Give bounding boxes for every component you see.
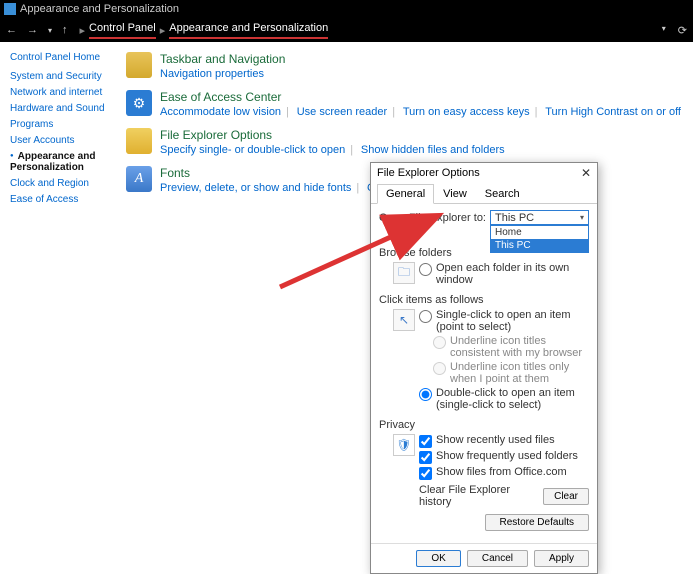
link[interactable]: Accommodate low vision bbox=[160, 106, 281, 118]
explorer-icon bbox=[126, 128, 152, 154]
open-to-combo[interactable]: This PC ▾ Home This PC bbox=[490, 210, 589, 225]
link[interactable]: Specify single- or double-click to open bbox=[160, 144, 345, 156]
crumb-current[interactable]: Appearance and Personalization bbox=[169, 22, 328, 39]
sidebar-item-network[interactable]: Network and internet bbox=[10, 87, 120, 98]
click-icon: ↖ bbox=[393, 309, 415, 331]
sidebar-item-hardware[interactable]: Hardware and Sound bbox=[10, 103, 120, 114]
dialog-titlebar[interactable]: File Explorer Options ✕ bbox=[371, 163, 597, 183]
nav-arrows: ← → ▾ ↑ bbox=[6, 24, 68, 36]
address-dropdown[interactable]: ▾ bbox=[662, 24, 666, 37]
sidebar-home[interactable]: Control Panel Home bbox=[10, 52, 120, 63]
close-icon[interactable]: ✕ bbox=[581, 166, 591, 180]
chk-recent-files[interactable] bbox=[419, 435, 432, 448]
radio-underline-browser bbox=[433, 336, 446, 349]
clear-history-label: Clear File Explorer history bbox=[419, 484, 543, 508]
recent-button[interactable]: ▾ bbox=[48, 26, 52, 35]
radio-double-click[interactable] bbox=[419, 388, 432, 401]
chk-frequent-folders[interactable] bbox=[419, 451, 432, 464]
navbar: ← → ▾ ↑ ▸ Control Panel ▸ Appearance and… bbox=[0, 18, 693, 42]
sidebar-item-system[interactable]: System and Security bbox=[10, 71, 120, 82]
ok-button[interactable]: OK bbox=[416, 550, 460, 567]
chk-office-files[interactable] bbox=[419, 467, 432, 480]
combo-dropdown: Home This PC bbox=[490, 225, 589, 253]
refresh-button[interactable]: ⟳ bbox=[678, 24, 687, 37]
taskbar-icon bbox=[126, 52, 152, 78]
clear-button[interactable]: Clear bbox=[543, 488, 589, 505]
up-button[interactable]: ↑ bbox=[62, 24, 68, 36]
open-to-label: Open File Explorer to: bbox=[379, 212, 486, 224]
cat-title[interactable]: File Explorer Options bbox=[160, 128, 505, 142]
cat-explorer: File Explorer Options Specify single- or… bbox=[126, 128, 683, 156]
window-title: Appearance and Personalization bbox=[20, 3, 179, 15]
window-titlebar: Appearance and Personalization bbox=[0, 0, 693, 18]
combo-option-thispc[interactable]: This PC bbox=[491, 239, 588, 252]
link[interactable]: Turn High Contrast on or off bbox=[545, 106, 681, 118]
tab-view[interactable]: View bbox=[434, 184, 476, 204]
tab-search[interactable]: Search bbox=[476, 184, 529, 204]
click-label: Click items as follows bbox=[379, 294, 589, 306]
link[interactable]: Use screen reader bbox=[297, 106, 388, 118]
radio-underline-point bbox=[433, 362, 446, 375]
cat-ease: ⚙ Ease of Access Center Accommodate low … bbox=[126, 90, 683, 118]
fonts-icon: A bbox=[126, 166, 152, 192]
ease-icon: ⚙ bbox=[126, 90, 152, 116]
sidebar-item-clock[interactable]: Clock and Region bbox=[10, 178, 120, 189]
cat-title[interactable]: Taskbar and Navigation bbox=[160, 52, 285, 66]
tab-general[interactable]: General bbox=[377, 184, 434, 204]
cat-title[interactable]: Ease of Access Center bbox=[160, 90, 681, 104]
privacy-label: Privacy bbox=[379, 419, 589, 431]
link[interactable]: Navigation properties bbox=[160, 68, 264, 80]
privacy-icon: 🛡 bbox=[393, 434, 415, 456]
restore-defaults-button[interactable]: Restore Defaults bbox=[485, 514, 589, 531]
breadcrumb[interactable]: ▸ Control Panel ▸ Appearance and Persona… bbox=[80, 22, 329, 39]
apply-button[interactable]: Apply bbox=[534, 550, 589, 567]
sidebar-item-ease[interactable]: Ease of Access bbox=[10, 194, 120, 205]
link[interactable]: Preview, delete, or show and hide fonts bbox=[160, 182, 351, 194]
sidebar-item-appearance[interactable]: Appearance and Personalization bbox=[10, 151, 120, 173]
sidebar-item-programs[interactable]: Programs bbox=[10, 119, 120, 130]
cancel-button[interactable]: Cancel bbox=[467, 550, 528, 567]
radio-single-click[interactable] bbox=[419, 310, 432, 323]
forward-button[interactable]: → bbox=[27, 24, 38, 36]
app-icon bbox=[4, 3, 16, 15]
chevron-down-icon: ▾ bbox=[580, 213, 584, 222]
crumb-control-panel[interactable]: Control Panel bbox=[89, 22, 156, 39]
link[interactable]: Turn on easy access keys bbox=[403, 106, 530, 118]
cat-taskbar: Taskbar and Navigation Navigation proper… bbox=[126, 52, 683, 80]
file-explorer-options-dialog: File Explorer Options ✕ General View Sea… bbox=[370, 162, 598, 574]
back-button[interactable]: ← bbox=[6, 24, 17, 36]
sidebar: Control Panel Home System and Security N… bbox=[0, 42, 120, 500]
link[interactable]: Show hidden files and folders bbox=[361, 144, 505, 156]
radio-own-window[interactable] bbox=[419, 263, 432, 276]
combo-selected: This PC bbox=[495, 212, 534, 224]
dialog-tabs: General View Search bbox=[371, 183, 597, 204]
combo-option-home[interactable]: Home bbox=[491, 226, 588, 239]
folder-icon: 🗀 bbox=[393, 262, 415, 284]
dialog-title: File Explorer Options bbox=[377, 167, 480, 179]
sidebar-item-users[interactable]: User Accounts bbox=[10, 135, 120, 146]
